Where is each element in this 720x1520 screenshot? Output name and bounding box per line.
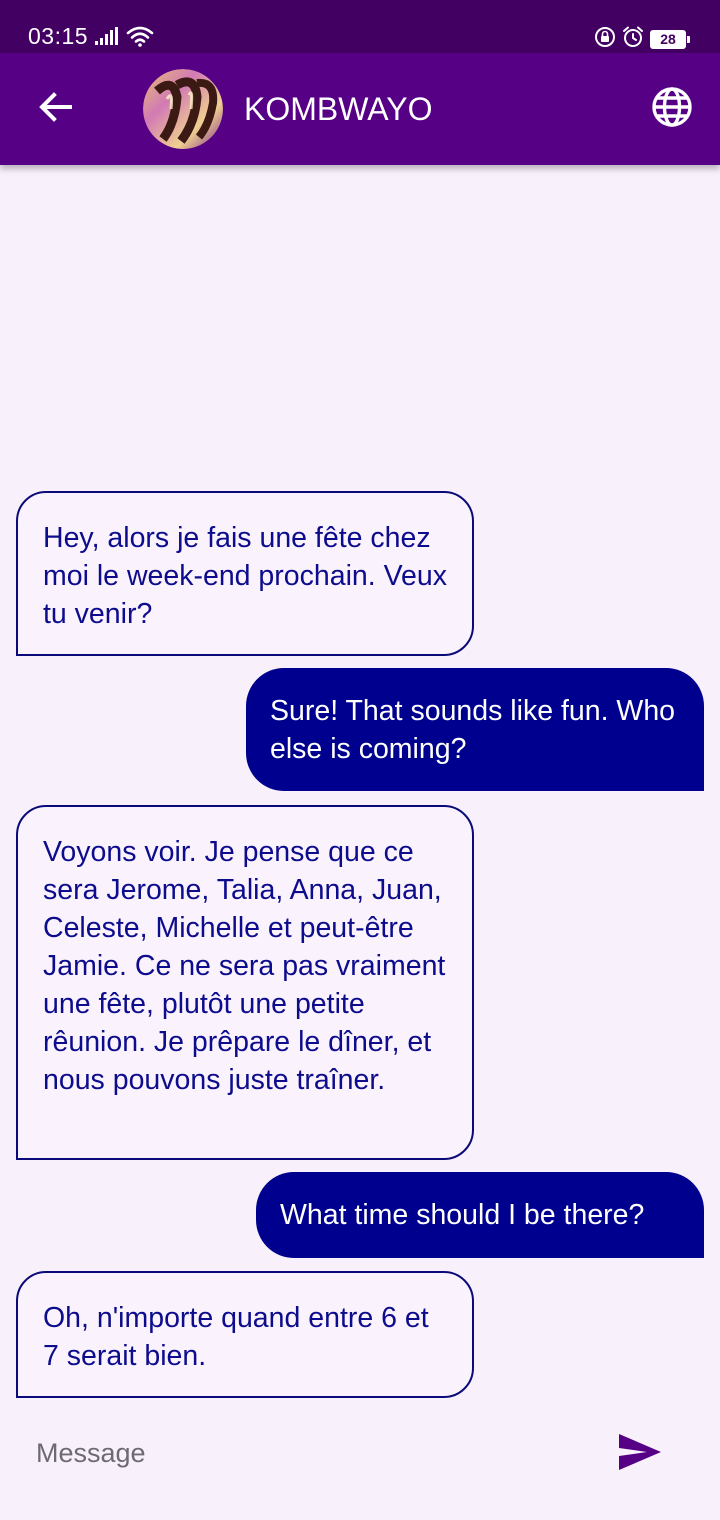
avatar[interactable] (143, 69, 223, 149)
translate-button[interactable] (642, 79, 702, 139)
message-sent[interactable]: What time should I be there? (256, 1172, 704, 1258)
send-icon (617, 1432, 663, 1477)
message-sent[interactable]: Sure! That sounds like fun. Who else is … (246, 668, 704, 791)
message-received[interactable]: Hey, alors je fais une fête chez moi le … (16, 491, 474, 656)
status-bar: 03:15 28 (0, 0, 720, 53)
arrow-back-icon (36, 87, 76, 132)
message-text: Voyons voir. Je pense que ce sera Jerome… (43, 836, 446, 1096)
send-button[interactable] (610, 1424, 670, 1484)
message-text: Oh, n'importe quand entre 6 et 7 serait … (43, 1302, 429, 1372)
status-time: 03:15 (28, 23, 89, 49)
alarm-icon (622, 26, 644, 53)
message-input[interactable] (22, 1420, 592, 1486)
message-received[interactable]: Oh, n'importe quand entre 6 et 7 serait … (16, 1271, 474, 1398)
app-bar: KOMBWAYO (0, 53, 720, 165)
wifi-icon (126, 25, 154, 52)
message-received[interactable]: Voyons voir. Je pense que ce sera Jerome… (16, 805, 474, 1160)
chat-title[interactable]: KOMBWAYO (244, 89, 432, 129)
signal-icon (95, 27, 121, 50)
battery-icon: 28 (650, 30, 690, 49)
globe-icon (651, 86, 693, 133)
message-text: What time should I be there? (280, 1199, 645, 1231)
back-button[interactable] (22, 75, 90, 143)
message-text: Sure! That sounds like fun. Who else is … (270, 695, 676, 765)
screen-lock-icon (594, 26, 616, 53)
battery-level: 28 (650, 30, 686, 49)
status-icons: 28 (594, 26, 690, 53)
message-text: Hey, alors je fais une fête chez moi le … (43, 522, 447, 630)
